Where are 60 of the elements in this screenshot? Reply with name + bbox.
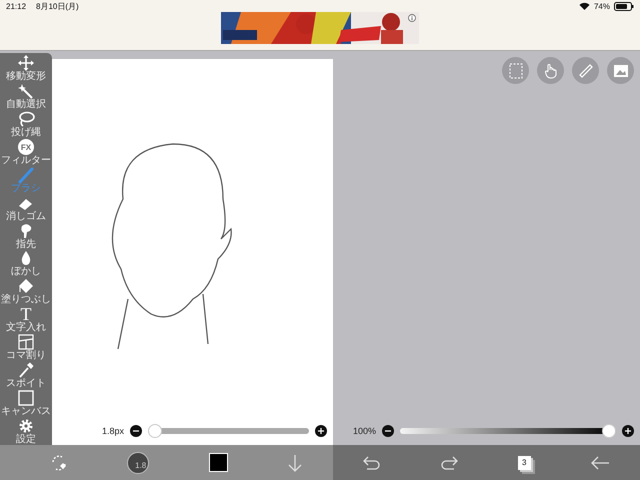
undo-icon: [362, 454, 381, 470]
hand-icon: [544, 62, 558, 78]
redo-button[interactable]: [440, 454, 458, 470]
wifi-icon: [578, 2, 590, 10]
back-button[interactable]: [590, 454, 610, 470]
settings-icon: [17, 418, 35, 434]
tool-button[interactable]: コマ割り: [0, 334, 52, 362]
image-icon: [612, 64, 628, 78]
tool-button[interactable]: 設定: [0, 417, 52, 446]
dropper-icon: [17, 362, 35, 378]
increase-button[interactable]: [315, 425, 327, 437]
opacity-slider[interactable]: [400, 424, 616, 438]
brush-size-button[interactable]: 1.8: [127, 452, 150, 474]
frame-icon: [17, 334, 35, 350]
tool-button[interactable]: 塗りつぶし: [0, 278, 52, 306]
decrease-button[interactable]: [382, 425, 394, 437]
tool-button[interactable]: 自動選択: [0, 82, 52, 111]
tool-button[interactable]: T 文字入れ: [0, 306, 52, 334]
slider-thumb[interactable]: [148, 424, 162, 438]
hand-button[interactable]: [537, 57, 564, 84]
tool-glyph: T: [20, 306, 32, 322]
wand-icon: [17, 83, 35, 100]
decrease-button[interactable]: [130, 425, 142, 437]
transform-button[interactable]: [50, 454, 68, 472]
tool-button[interactable]: FX フィルター: [0, 138, 52, 166]
opacity-reading: 100%: [353, 426, 376, 436]
tool-button[interactable]: 移動変形: [0, 55, 52, 83]
brush-icon: [17, 166, 35, 183]
undo-button[interactable]: [362, 454, 381, 470]
back-arrow-icon: [590, 454, 610, 470]
color-button[interactable]: [208, 453, 228, 472]
info-icon[interactable]: [408, 14, 416, 22]
battery-icon: [614, 2, 634, 10]
status-time: 21:12: [6, 2, 26, 10]
tool-button[interactable]: 投げ縄: [0, 110, 52, 139]
ruler-button[interactable]: [572, 57, 599, 84]
dashed-square-icon: [508, 62, 522, 78]
brush-size-reading: 1.8px: [102, 426, 124, 436]
tool-button[interactable]: スポイト: [0, 361, 52, 390]
increase-button[interactable]: [622, 425, 634, 437]
tool-button[interactable]: 指先: [0, 222, 52, 250]
tool-button[interactable]: 消しゴム: [0, 194, 52, 222]
lasso-icon: [17, 111, 35, 128]
slider-thumb[interactable]: [602, 424, 616, 438]
down-arrow-icon: [287, 454, 304, 472]
redo-icon: [440, 454, 458, 470]
layers-button[interactable]: 3: [518, 456, 531, 470]
selection-button[interactable]: [502, 57, 529, 84]
image-button[interactable]: [607, 57, 634, 84]
ruler-icon: [578, 62, 594, 78]
tool-button[interactable]: ぼかし: [0, 250, 52, 278]
transform-icon: [50, 454, 68, 472]
tool-glyph: FX: [18, 139, 34, 155]
move-icon: [17, 55, 35, 72]
brush-size-slider[interactable]: [148, 424, 309, 438]
status-date: 8月10日(月): [36, 0, 79, 12]
down-button[interactable]: [287, 454, 304, 472]
canvas-icon: [17, 390, 35, 406]
tool-button[interactable]: キャンバス: [0, 389, 52, 418]
battery-percent: 74%: [594, 2, 610, 10]
